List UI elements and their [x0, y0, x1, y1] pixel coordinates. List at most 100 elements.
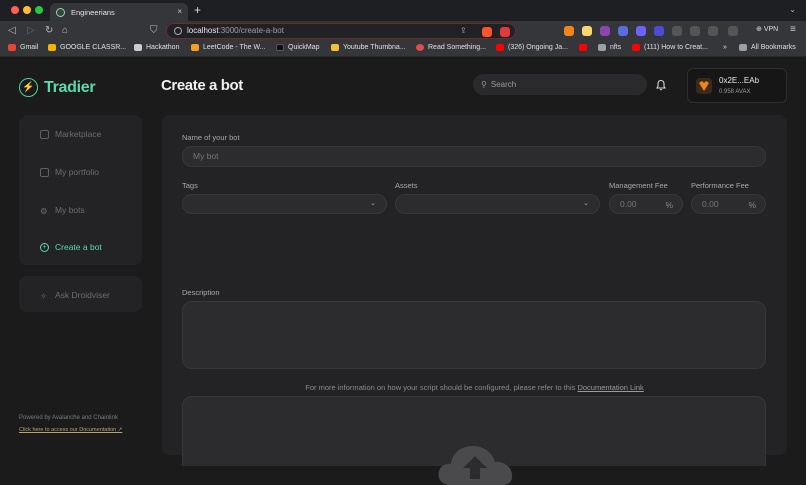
- config-info-text: For more information on how your script …: [305, 383, 644, 392]
- page-title: Create a bot: [161, 77, 243, 94]
- site-info-icon[interactable]: [174, 27, 182, 35]
- brave-rewards-icon[interactable]: [500, 27, 510, 37]
- bookmark-item[interactable]: (111) How to Creat...: [632, 44, 708, 51]
- address-bar[interactable]: localhost:3000/create-a-bot ⇪: [166, 23, 516, 39]
- reload-icon[interactable]: ↻: [45, 25, 53, 36]
- vpn-button[interactable]: ⊕ VPN: [756, 25, 778, 33]
- read-icon: [416, 44, 424, 51]
- bookmark-item[interactable]: [579, 44, 591, 51]
- browser-tab-strip: Engineerians × + ⌄: [0, 0, 806, 21]
- minimize-window-button[interactable]: [23, 6, 31, 14]
- extension-icon[interactable]: [600, 26, 610, 36]
- description-textarea[interactable]: [182, 301, 766, 369]
- bookmark-item[interactable]: QuickMap: [276, 44, 320, 51]
- chevron-down-icon: ⌄: [370, 200, 376, 207]
- tab-title: Engineerians: [71, 7, 115, 17]
- browser-toolbar: ◁ ▷ ↻ ⌂ ⛉ localhost:3000/create-a-bot ⇪ …: [0, 21, 806, 41]
- download-icon[interactable]: [690, 26, 700, 36]
- performance-fee-label: Performance Fee: [691, 181, 749, 190]
- bookmark-item[interactable]: LeetCode - The W...: [191, 44, 266, 51]
- wallet-icon[interactable]: [728, 26, 738, 36]
- all-bookmarks-folder[interactable]: All Bookmarks: [739, 44, 796, 51]
- brave-shields-icon[interactable]: [482, 27, 492, 37]
- bookmark-page-icon[interactable]: ⛉: [150, 25, 158, 36]
- bookmark-item[interactable]: Youtube Thumbna...: [331, 44, 406, 51]
- sidebar-item-marketplace[interactable]: Marketplace: [40, 129, 101, 139]
- youtube-icon: [579, 44, 587, 51]
- tab-search-chevron-icon[interactable]: ⌄: [789, 5, 796, 14]
- bookmark-item[interactable]: Hackathon: [134, 44, 179, 51]
- plus-circle-icon: +: [40, 242, 49, 252]
- bookmark-item[interactable]: Read Something...: [416, 44, 486, 51]
- browser-tab[interactable]: Engineerians ×: [50, 3, 188, 21]
- percent-suffix: %: [748, 200, 756, 210]
- new-tab-button[interactable]: +: [194, 3, 201, 17]
- forward-arrow-icon[interactable]: ▷: [27, 25, 35, 36]
- sidebar-item-create-bot[interactable]: + Create a bot: [40, 242, 102, 252]
- sidebar-toggle-icon[interactable]: [708, 26, 718, 36]
- performance-fee-input[interactable]: [702, 199, 746, 209]
- bookmark-item[interactable]: (326) Ongoing Ja...: [496, 44, 568, 51]
- share-icon[interactable]: ⇪: [460, 26, 467, 35]
- bookmark-item[interactable]: Gmail: [8, 44, 38, 51]
- extension-icon[interactable]: [654, 26, 664, 36]
- management-fee-field[interactable]: %: [609, 194, 683, 214]
- portfolio-icon: [40, 167, 49, 177]
- lightning-logo-icon: ⚡: [19, 78, 38, 97]
- extension-icon[interactable]: [582, 26, 592, 36]
- metamask-extension-icon[interactable]: [564, 26, 574, 36]
- wallet-card[interactable]: 0x2E...EAb 0.958 AVAX: [687, 68, 787, 103]
- tags-select[interactable]: ⌄: [182, 194, 387, 214]
- app-page: ⚡ Tradier Create a bot ⚲ 0x2E...EAb 0.95…: [0, 57, 806, 485]
- url-text[interactable]: localhost:3000/create-a-bot: [187, 26, 284, 35]
- gmail-icon: [8, 44, 16, 51]
- assets-select[interactable]: ⌄: [395, 194, 600, 214]
- bookmark-item[interactable]: GOOGLE CLASSR...: [48, 44, 126, 51]
- brand-name: Tradier: [44, 78, 96, 96]
- name-label: Name of your bot: [182, 133, 240, 142]
- description-label: Description: [182, 288, 220, 297]
- sparkle-icon: ✧: [40, 290, 48, 301]
- notification-bell-icon[interactable]: [655, 79, 667, 91]
- classroom-icon: [48, 44, 56, 51]
- youtube-icon: [632, 44, 640, 51]
- management-fee-input[interactable]: [620, 199, 664, 209]
- percent-suffix: %: [665, 200, 673, 210]
- search-input[interactable]: [490, 80, 631, 89]
- ask-droidviser-button[interactable]: ✧ Ask Droidviser: [19, 276, 142, 312]
- extensions-puzzle-icon[interactable]: [672, 26, 682, 36]
- performance-fee-field[interactable]: %: [691, 194, 766, 214]
- documentation-link[interactable]: Click here to access our Documentation ↗: [19, 427, 122, 433]
- quickmap-icon: [276, 44, 284, 51]
- close-window-button[interactable]: [11, 6, 19, 14]
- search-icon: ⚲: [481, 80, 487, 89]
- home-icon[interactable]: ⌂: [62, 25, 68, 36]
- youtube-icon: [496, 44, 504, 51]
- wallet-address: 0x2E...EAb: [719, 76, 760, 85]
- bot-name-input[interactable]: [193, 151, 717, 161]
- sidebar-item-my-bots[interactable]: ⚙ My bots: [40, 205, 85, 216]
- brand-logo[interactable]: ⚡ Tradier: [19, 78, 96, 97]
- folder-icon: [739, 44, 747, 51]
- folder-icon: [598, 44, 606, 51]
- tab-close-icon[interactable]: ×: [177, 7, 182, 16]
- sidebar-item-portfolio[interactable]: My portfolio: [40, 167, 99, 177]
- bot-icon: ⚙: [40, 205, 48, 216]
- more-bookmarks-button[interactable]: »: [723, 44, 727, 51]
- maximize-window-button[interactable]: [35, 6, 43, 14]
- bookmark-folder[interactable]: nfts: [598, 44, 621, 51]
- search-bar[interactable]: ⚲: [473, 74, 647, 95]
- metamask-fox-icon: [696, 78, 712, 94]
- back-arrow-icon[interactable]: ◁: [8, 25, 16, 36]
- chevron-down-icon: ⌄: [583, 200, 589, 207]
- documentation-link-inline[interactable]: Documentation Link: [577, 383, 643, 392]
- upload-cloud-icon: [438, 446, 513, 485]
- extension-icon[interactable]: [618, 26, 628, 36]
- wallet-balance: 0.958 AVAX: [719, 89, 751, 95]
- script-upload-dropzone[interactable]: [182, 396, 766, 485]
- tab-favicon-icon: [56, 7, 65, 17]
- extension-icon[interactable]: [636, 26, 646, 36]
- sidebar-nav: Marketplace My portfolio ⚙ My bots + Cre…: [19, 115, 142, 265]
- bot-name-field[interactable]: [182, 146, 766, 167]
- menu-icon[interactable]: ≡: [790, 24, 796, 35]
